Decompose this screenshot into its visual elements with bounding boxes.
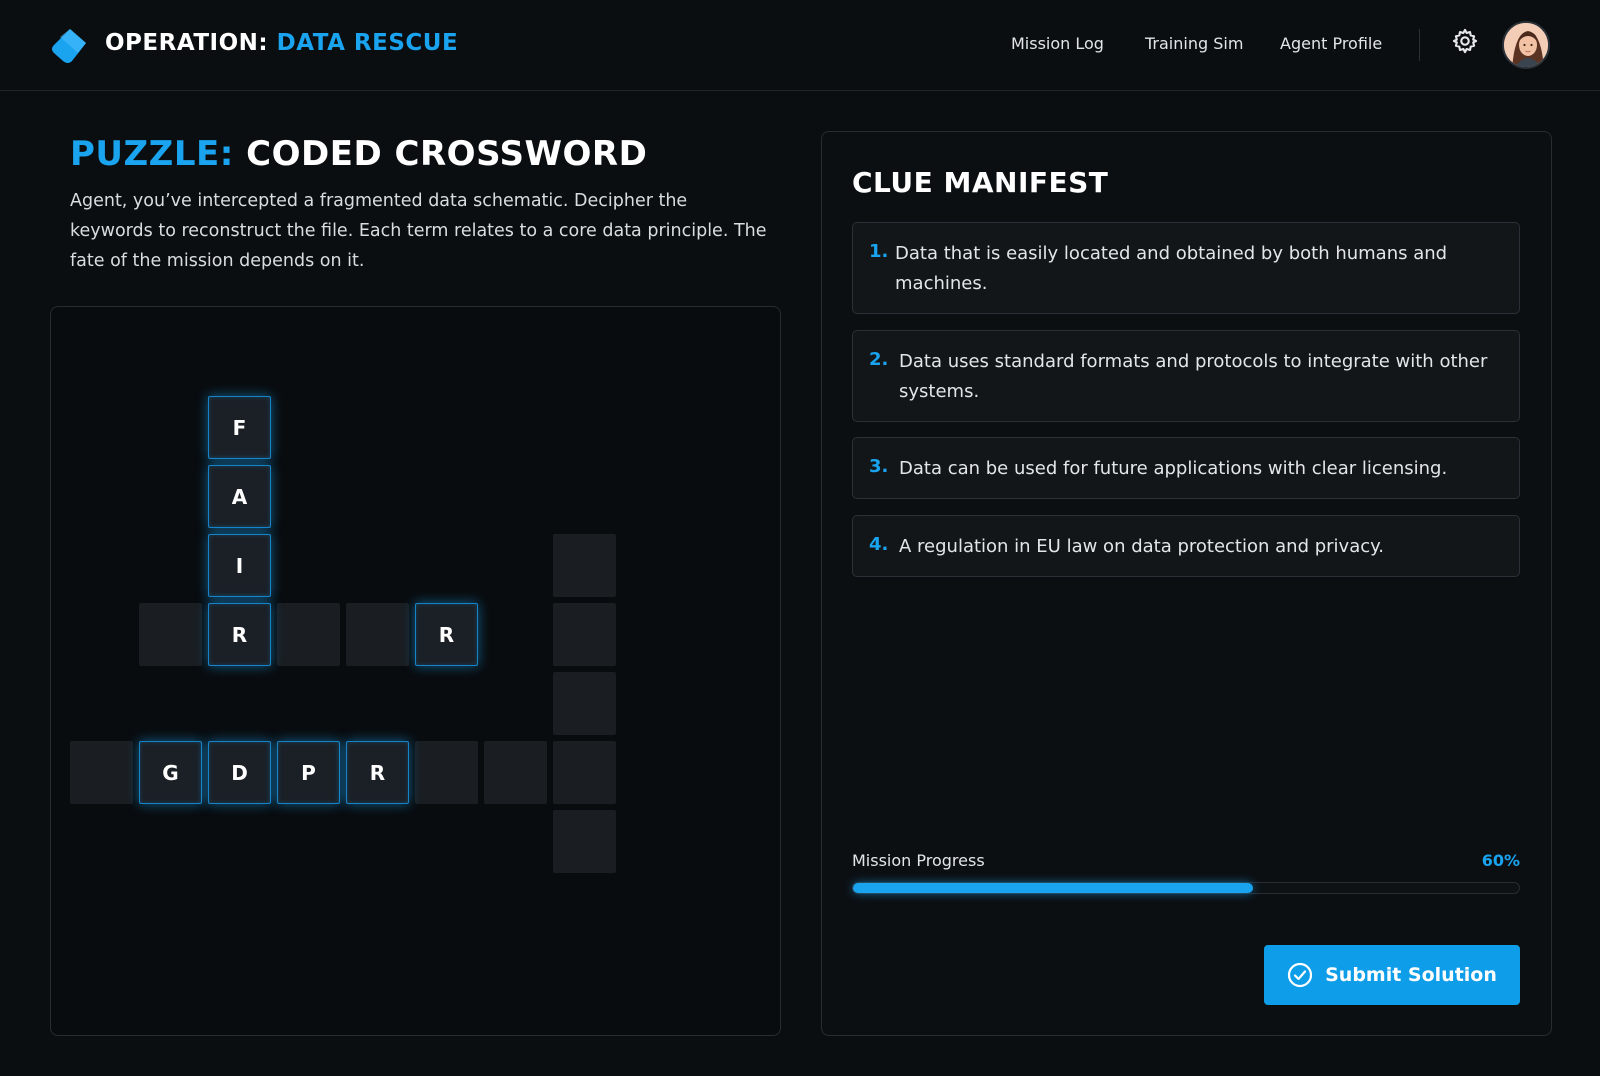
clue-number: 1. (869, 241, 889, 262)
data-shard-logo-icon[interactable] (50, 27, 88, 65)
crossword-cell-filled[interactable]: I (208, 534, 271, 597)
crossword-cell-filled[interactable]: A (208, 465, 271, 528)
crossword-cell-filled[interactable]: P (277, 741, 340, 804)
nav-mission-log[interactable]: Mission Log (1011, 34, 1104, 53)
crossword-cell-filled[interactable]: F (208, 396, 271, 459)
mission-intro: Agent, you’ve intercepted a fragmented d… (70, 191, 767, 271)
app-title: OPERATION: DATA RESCUE (105, 30, 458, 56)
crossword-cell-empty[interactable] (139, 603, 202, 666)
clue-panel-title: CLUE MANIFEST (852, 166, 1109, 199)
crossword-cell-empty[interactable] (484, 741, 547, 804)
crossword-cell-empty[interactable] (277, 603, 340, 666)
crossword-cell-empty[interactable] (553, 603, 616, 666)
title-main: CODED CROSSWORD (246, 134, 648, 174)
nav-training-sim[interactable]: Training Sim (1145, 34, 1243, 53)
submit-label: Submit Solution (1325, 964, 1497, 986)
check-circle-icon (1288, 962, 1313, 988)
brand-prefix: OPERATION: (105, 30, 269, 56)
crossword-cell-empty[interactable] (553, 534, 616, 597)
progress-label: Mission Progress (852, 851, 985, 870)
crossword-cell-filled[interactable]: R (415, 603, 478, 666)
clue-card-2[interactable]: 2. Data uses standard formats and protoc… (852, 330, 1520, 422)
crossword-cell-empty[interactable] (346, 603, 409, 666)
crossword-cell-filled[interactable]: G (139, 741, 202, 804)
clue-text: Data can be used for future applications… (899, 458, 1448, 479)
top-bar: OPERATION: DATA RESCUE Mission Log Train… (0, 0, 1600, 91)
crossword-cell-filled[interactable]: R (208, 603, 271, 666)
crossword-cell-empty[interactable] (553, 810, 616, 873)
avatar[interactable] (1502, 21, 1550, 69)
clue-card-4[interactable]: 4. A regulation in EU law on data protec… (852, 515, 1520, 577)
clue-card-3[interactable]: 3. Data can be used for future applicati… (852, 437, 1520, 499)
progress-bar (852, 882, 1520, 894)
nav-divider (1419, 29, 1420, 61)
clue-card-1[interactable]: 1. Data that is easily located and obtai… (852, 222, 1520, 314)
crossword-cell-empty[interactable] (553, 672, 616, 735)
nav-agent-profile[interactable]: Agent Profile (1280, 34, 1382, 53)
crossword-cell-empty[interactable] (553, 741, 616, 804)
clue-number: 3. (869, 456, 889, 477)
crossword-cell-empty[interactable] (70, 741, 133, 804)
clue-number: 4. (869, 534, 889, 555)
crossword-panel (50, 306, 781, 1036)
crossword-cell-filled[interactable]: D (208, 741, 271, 804)
crossword-cell-filled[interactable]: R (346, 741, 409, 804)
crossword-cell-empty[interactable] (415, 741, 478, 804)
avatar-portrait-icon (1504, 23, 1548, 67)
clue-text: A regulation in EU law on data protectio… (899, 536, 1384, 557)
clue-text: Data that is easily located and obtained… (895, 243, 1448, 294)
progress-fill (853, 883, 1253, 893)
page-title: PUZZLE: CODED CROSSWORD (70, 134, 647, 174)
clue-text: Data uses standard formats and protocols… (899, 351, 1488, 402)
brand-accent: DATA RESCUE (276, 30, 459, 56)
submit-solution-button[interactable]: Submit Solution (1264, 945, 1520, 1005)
clue-number: 2. (869, 349, 889, 370)
progress-value: 60% (1481, 851, 1520, 870)
title-prefix: PUZZLE: (70, 134, 234, 174)
gear-icon[interactable] (1451, 27, 1479, 55)
